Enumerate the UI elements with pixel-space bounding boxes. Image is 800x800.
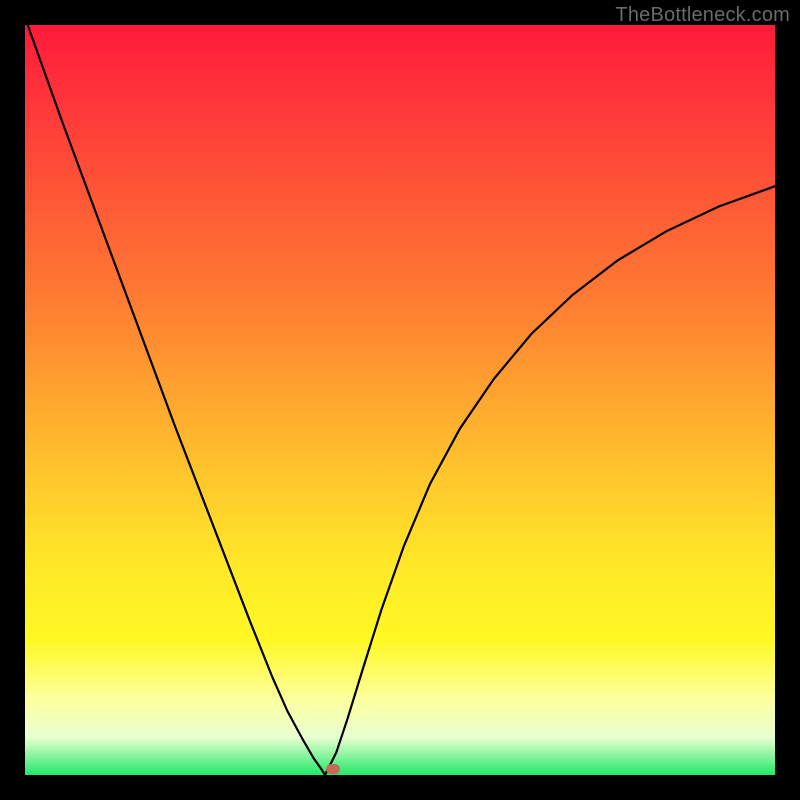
optimum-marker xyxy=(326,764,340,774)
watermark-text: TheBottleneck.com xyxy=(615,4,790,27)
plot-area xyxy=(25,25,775,775)
